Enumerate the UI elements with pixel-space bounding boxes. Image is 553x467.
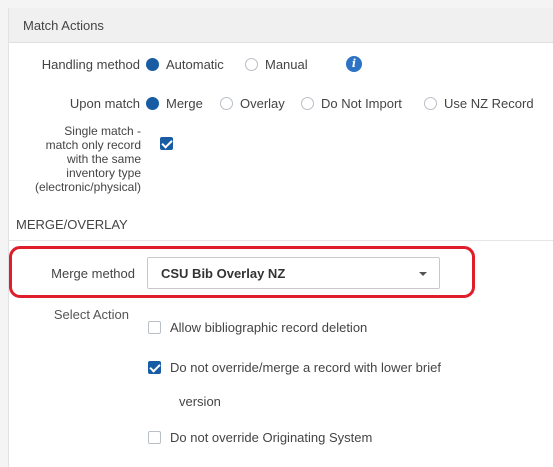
- select-action-label: Select Action: [53, 307, 129, 322]
- merge-overlay-heading: MERGE/OVERLAY: [16, 217, 128, 232]
- radio-manual-label[interactable]: Manual: [265, 57, 308, 72]
- section-title: Match Actions: [23, 18, 104, 33]
- annotation-highlight-box: [9, 246, 475, 298]
- info-icon[interactable]: i: [346, 56, 362, 72]
- radio-automatic[interactable]: [146, 58, 159, 71]
- single-match-label-line: (electronic/physical): [34, 180, 141, 194]
- radio-automatic-label[interactable]: Automatic: [166, 57, 224, 72]
- radio-use-nz-record[interactable]: [424, 97, 437, 110]
- match-actions-panel: Match Actions: [8, 8, 553, 467]
- radio-overlay[interactable]: [220, 97, 233, 110]
- single-match-label-line: match only record: [45, 138, 141, 152]
- radio-overlay-label[interactable]: Overlay: [240, 96, 285, 111]
- radio-merge-label[interactable]: Merge: [166, 96, 203, 111]
- no-override-brief-checkbox[interactable]: [148, 361, 161, 374]
- single-match-label-line: Single match -: [64, 124, 141, 138]
- handling-method-label: Handling method: [41, 57, 140, 72]
- allow-deletion-checkbox[interactable]: [148, 321, 161, 334]
- radio-merge[interactable]: [146, 97, 159, 110]
- allow-deletion-label[interactable]: Allow bibliographic record deletion: [170, 320, 367, 335]
- no-override-originating-label[interactable]: Do not override Originating System: [170, 430, 372, 445]
- radio-manual[interactable]: [245, 58, 258, 71]
- no-override-brief-label[interactable]: Do not override/merge a record with lowe…: [170, 360, 441, 375]
- single-match-label-line: inventory type: [66, 166, 141, 180]
- section-header: Match Actions: [9, 8, 553, 43]
- no-override-originating-checkbox[interactable]: [148, 431, 161, 444]
- radio-do-not-import[interactable]: [301, 97, 314, 110]
- single-match-checkbox[interactable]: [160, 137, 173, 150]
- single-match-label: Single match - match only record with th…: [0, 124, 141, 194]
- radio-do-not-import-label[interactable]: Do Not Import: [321, 96, 402, 111]
- upon-match-label: Upon match: [69, 96, 140, 111]
- no-override-brief-label-cont[interactable]: version: [179, 394, 221, 409]
- single-match-label-line: with the same: [66, 152, 141, 166]
- divider: [8, 240, 553, 241]
- radio-use-nz-record-label[interactable]: Use NZ Record: [444, 96, 534, 111]
